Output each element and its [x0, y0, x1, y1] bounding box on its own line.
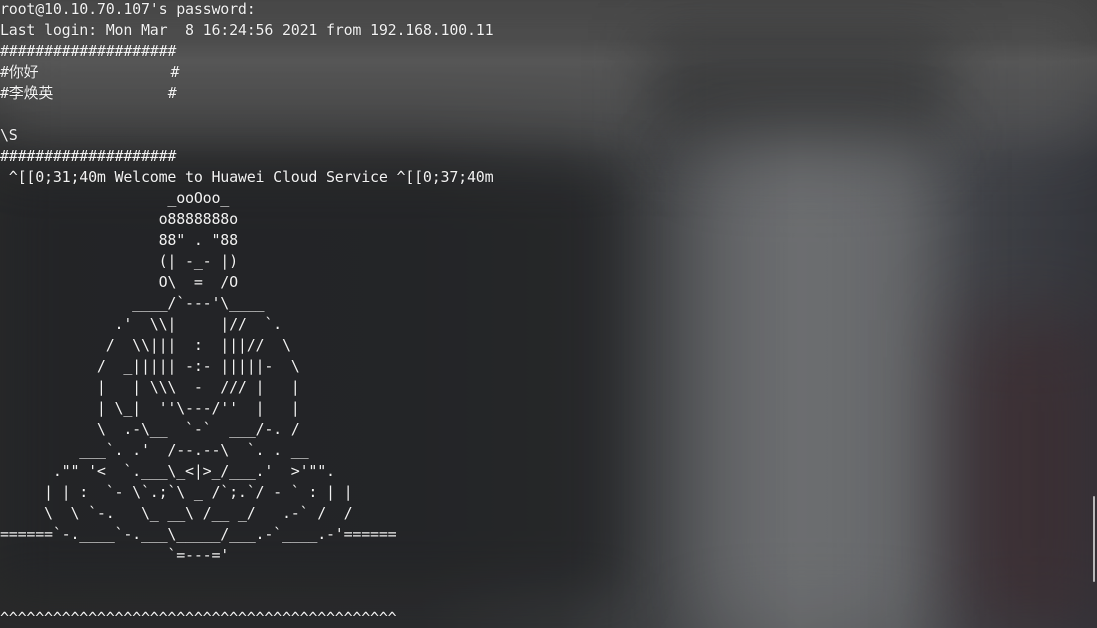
terminal-line: | \_| ''\---/'' | |	[0, 399, 300, 417]
terminal-line: \S	[0, 126, 18, 144]
terminal-line: #你好 #	[0, 63, 180, 81]
terminal-line: .' \\| |// `.	[0, 315, 283, 333]
terminal-scrollbar[interactable]	[1091, 0, 1097, 628]
terminal-line: root@10.10.70.107's password:	[0, 0, 256, 18]
terminal-line: / \\||| : |||// \	[0, 336, 291, 354]
terminal-line: | | : `- \`.;`\ _ /`;.`/ - ` : | |	[0, 483, 353, 501]
terminal-line: ======`-.____`-.___\_____/___.-`____.-'=…	[0, 525, 397, 543]
terminal-line: ____/`---'\____	[0, 294, 265, 312]
terminal-line: ^[[0;31;40m Welcome to Huawei Cloud Serv…	[0, 168, 494, 186]
terminal-output[interactable]: root@10.10.70.107's password: Last login:…	[0, 0, 494, 628]
terminal-line: | | \\\ - /// | |	[0, 378, 300, 396]
terminal-line: \ .-\__ `-` ___/-. /	[0, 420, 300, 438]
terminal-line: _ooOoo_	[0, 189, 230, 207]
terminal-line: ."" '< `.___\_<|>_/___.' >'"".	[0, 462, 335, 480]
terminal-window[interactable]: root@10.10.70.107's password: Last login:…	[0, 0, 1097, 628]
terminal-line: o8888888o	[0, 210, 239, 228]
scrollbar-thumb[interactable]	[1093, 496, 1095, 582]
terminal-line: / _||||| -:- |||||- \	[0, 357, 300, 375]
terminal-line: ####################	[0, 147, 177, 165]
terminal-line: ####################	[0, 42, 177, 60]
terminal-line: Last login: Mon Mar 8 16:24:56 2021 from…	[0, 21, 494, 39]
terminal-line: #李焕英 #	[0, 84, 177, 102]
terminal-line: ___`. .' /--.--\ `. . __	[0, 441, 309, 459]
terminal-line: \ \ `-. \_ __\ /__ _/ .-` / /	[0, 504, 353, 522]
terminal-line: 88" . "88	[0, 231, 239, 249]
terminal-line: `=---='	[0, 546, 230, 564]
terminal-line: (| -_- |)	[0, 252, 239, 270]
terminal-line: ^^^^^^^^^^^^^^^^^^^^^^^^^^^^^^^^^^^^^^^^…	[0, 609, 397, 627]
terminal-line: O\ = /O	[0, 273, 239, 291]
